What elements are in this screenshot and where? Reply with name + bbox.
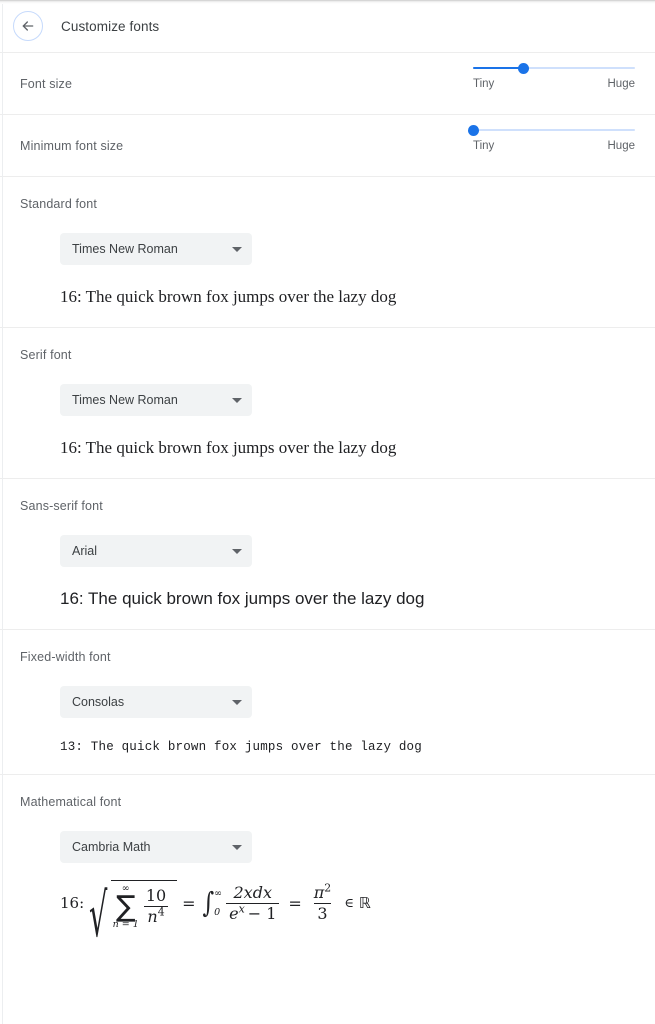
radical-icon: √: [89, 882, 108, 952]
pi-exponent: 2: [324, 881, 332, 895]
minimum-font-size-label: Minimum font size: [20, 139, 124, 153]
slider-min-label: Tiny: [473, 78, 495, 90]
serif-font-preview: 16: The quick brown fox jumps over the l…: [60, 438, 397, 457]
slider-max-label: Huge: [607, 78, 636, 90]
sum-fraction: 10 n4: [143, 887, 169, 926]
standard-font-section: Standard font Times New Roman 16: The qu…: [0, 176, 655, 327]
element-of-icon: ∈: [344, 895, 354, 911]
sans-serif-font-preview: 16: The quick brown fox jumps over the l…: [60, 589, 425, 608]
minimum-font-size-slider[interactable]: Tiny Huge: [467, 115, 636, 152]
serif-font-select[interactable]: Times New Roman: [60, 384, 252, 416]
arrow-left-icon: [20, 18, 36, 34]
left-edge-rule: [2, 4, 3, 1024]
minimum-font-size-row: Minimum font size Tiny Huge: [0, 114, 655, 176]
page-header: Customize fonts: [0, 0, 655, 52]
math-size-prefix: 16:: [60, 894, 85, 912]
sum-denominator-exponent: 4: [157, 905, 165, 919]
page-title: Customize fonts: [61, 18, 160, 34]
integral-expression: ∫ ∞ 0 2xdx ex − 1: [201, 882, 284, 923]
standard-font-label: Standard font: [20, 197, 98, 211]
slider-track[interactable]: [473, 62, 635, 74]
slider-max-label: Huge: [607, 140, 636, 152]
serif-font-label: Serif font: [20, 348, 72, 362]
sans-serif-font-label: Sans-serif font: [20, 499, 103, 513]
serif-font-value: Times New Roman: [72, 393, 178, 407]
integral-fraction: 2xdx ex − 1: [226, 882, 280, 923]
chevron-down-icon: [232, 548, 242, 554]
integral-denominator-base: e: [229, 903, 239, 923]
chevron-down-icon: [232, 246, 242, 252]
serif-font-section: Serif font Times New Roman 16: The quick…: [0, 327, 655, 478]
slider-track[interactable]: [467, 124, 635, 136]
sans-serif-font-section: Sans-serif font Arial 16: The quick brow…: [0, 478, 655, 629]
real-numbers-symbol: ℝ: [358, 894, 371, 912]
pi-denominator: 3: [314, 902, 331, 923]
back-button[interactable]: [13, 11, 43, 41]
fixed-width-font-label: Fixed-width font: [20, 650, 111, 664]
integral-upper-limit: ∞: [214, 888, 223, 899]
mathematical-font-select[interactable]: Cambria Math: [60, 831, 252, 863]
font-size-slider[interactable]: Tiny Huge: [473, 53, 635, 90]
fixed-width-font-select[interactable]: Consolas: [60, 686, 252, 718]
mathematical-font-value: Cambria Math: [72, 840, 151, 854]
pi-numerator: π2: [311, 881, 334, 903]
sans-serif-font-value: Arial: [72, 544, 98, 558]
fixed-width-font-section: Fixed-width font Consolas 13: The quick …: [0, 629, 655, 774]
mathematical-font-section: Mathematical font Cambria Math 16: √ ∞ ∑…: [0, 774, 655, 949]
chevron-down-icon: [232, 699, 242, 705]
equals-sign-2: =: [288, 893, 302, 913]
integral-denominator-exponent: x: [238, 902, 245, 916]
slider-thumb[interactable]: [517, 62, 529, 74]
integral-lower-limit: 0: [214, 906, 221, 918]
sum-lower-limit: n = 1: [112, 918, 139, 930]
mathematical-font-label: Mathematical font: [20, 795, 122, 809]
integral-denominator: ex − 1: [226, 902, 280, 923]
integral-numerator: 2xdx: [233, 882, 272, 902]
sum-numerator: 10: [145, 886, 167, 906]
sum-denominator: n4: [144, 905, 168, 926]
chevron-down-icon: [232, 844, 242, 850]
slider-track-fill: [473, 67, 524, 69]
mathematical-font-preview: 16: √ ∞ ∑ n = 1 10 n4 = ∫ ∞ 0 2xdx ex − …: [60, 871, 635, 947]
slider-min-label: Tiny: [473, 140, 495, 152]
pi-symbol: π: [313, 882, 325, 902]
sigma-icon: ∑: [115, 889, 136, 924]
equals-sign-1: =: [182, 893, 196, 913]
slider-thumb[interactable]: [467, 124, 479, 136]
sum-denominator-base: n: [147, 907, 158, 926]
chevron-down-icon: [232, 397, 242, 403]
pi-fraction: π2 3: [311, 881, 334, 923]
standard-font-select[interactable]: Times New Roman: [60, 233, 252, 265]
font-size-label: Font size: [20, 77, 73, 91]
fixed-width-font-value: Consolas: [72, 695, 125, 709]
sans-serif-font-select[interactable]: Arial: [60, 535, 252, 567]
font-size-row: Font size Tiny Huge: [0, 52, 655, 114]
integral-denominator-rest: − 1: [247, 903, 277, 923]
summation: ∞ ∑ n = 1: [113, 884, 139, 929]
standard-font-value: Times New Roman: [72, 242, 178, 256]
fixed-width-font-preview: 13: The quick brown fox jumps over the l…: [60, 740, 422, 754]
standard-font-preview: 16: The quick brown fox jumps over the l…: [60, 287, 397, 306]
square-root-expression: √ ∞ ∑ n = 1 10 n4: [89, 877, 178, 947]
integral-icon: ∫: [202, 885, 214, 919]
